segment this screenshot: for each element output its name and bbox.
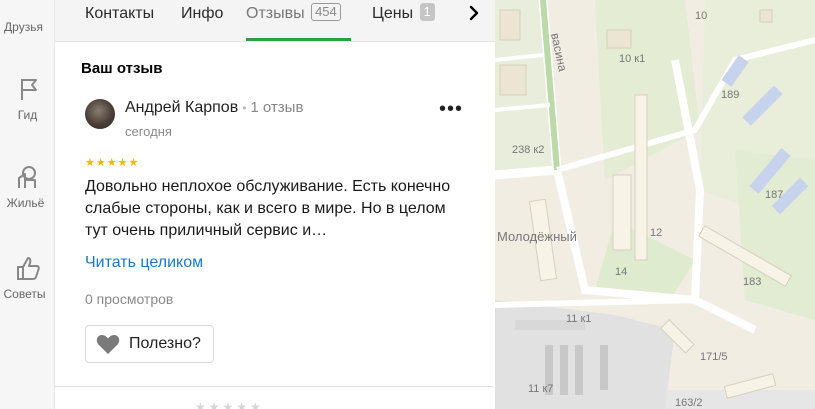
nav-item-guide[interactable]: Гид [0,76,54,122]
building-label: 14 [615,266,627,278]
nav-item-label: Друзья [4,20,43,34]
tab-contacts[interactable]: Контакты [85,3,154,41]
building-label: 183 [743,276,761,288]
helpful-button[interactable]: Полезно? [85,325,214,363]
avatar[interactable] [85,99,115,129]
rating-stars: ★★★★★ [85,157,140,169]
tab-info[interactable]: Инфо [181,3,223,41]
next-review-stars: ★★★★★ [195,400,264,409]
views-count: 0 просмотров [85,291,174,307]
active-tab-indicator [246,38,351,41]
left-nav: Друзья Гид Жильё Советы [0,0,55,409]
tab-reviews[interactable]: Отзывы 454 [246,3,351,41]
separator-dot: • [242,101,247,115]
building-label: 171/5 [700,351,728,363]
tab-bar: Контакты Инфо Отзывы 454 Цены 1 [55,0,495,42]
heart-icon [96,334,120,354]
nav-item-label: Жильё [6,196,45,210]
tab-label: Контакты [85,5,155,22]
map-canvas[interactable]: васина 10 10 к1 189 187 238 к2 12 14 183… [495,0,815,409]
building-label: 12 [650,227,662,239]
district-label: Молодёжный [497,229,577,244]
tab-prices[interactable]: Цены 1 [372,3,435,41]
tab-label: Инфо [181,5,224,22]
author-name[interactable]: Андрей Карпов [125,99,238,116]
building-label: 11 к7 [528,383,553,395]
building-label: 238 к2 [512,144,544,156]
map-view[interactable]: васина 10 10 к1 189 187 238 к2 12 14 183… [495,0,815,409]
reviews-count-badge: 454 [311,3,341,21]
nav-item-friends[interactable]: Друзья [0,20,54,34]
nav-item-label: Советы [3,287,46,301]
nav-item-tips[interactable]: Советы [0,255,54,301]
prices-count-badge: 1 [419,3,435,21]
tab-label: Цены [372,5,414,22]
building-label: 187 [765,189,783,201]
read-more-link[interactable]: Читать целиком [85,254,203,272]
section-title: Ваш отзыв [81,60,163,77]
place-panel: Контакты Инфо Отзывы 454 Цены 1 Ваш отзы… [55,0,495,409]
nav-item-housing[interactable]: Жильё [0,164,54,210]
thumbs-up-icon [16,257,40,280]
review-author: Андрей Карпов • 1 отзыв [125,99,303,117]
author-review-count: 1 отзыв [250,99,304,116]
chevron-right-icon[interactable] [463,2,485,24]
housing-icon [17,166,36,188]
tab-label: Отзывы [246,5,305,22]
building-label: 10 [695,10,707,22]
helpful-label: Полезно? [129,335,201,352]
building-label: 10 к1 [619,53,645,65]
building-label: 11 к1 [566,313,591,325]
flag-icon [20,79,37,100]
building-label: 163/2 [675,397,703,409]
review-text: Довольно неплохое обслуживание. Есть кон… [85,178,451,239]
review-card: Ваш отзыв Андрей Карпов • 1 отзыв сегодня … [55,42,493,387]
nav-item-label: Гид [17,108,38,122]
review-date: сегодня [125,124,172,139]
building-label: 189 [721,89,739,101]
more-options-icon[interactable]: ••• [439,99,463,123]
